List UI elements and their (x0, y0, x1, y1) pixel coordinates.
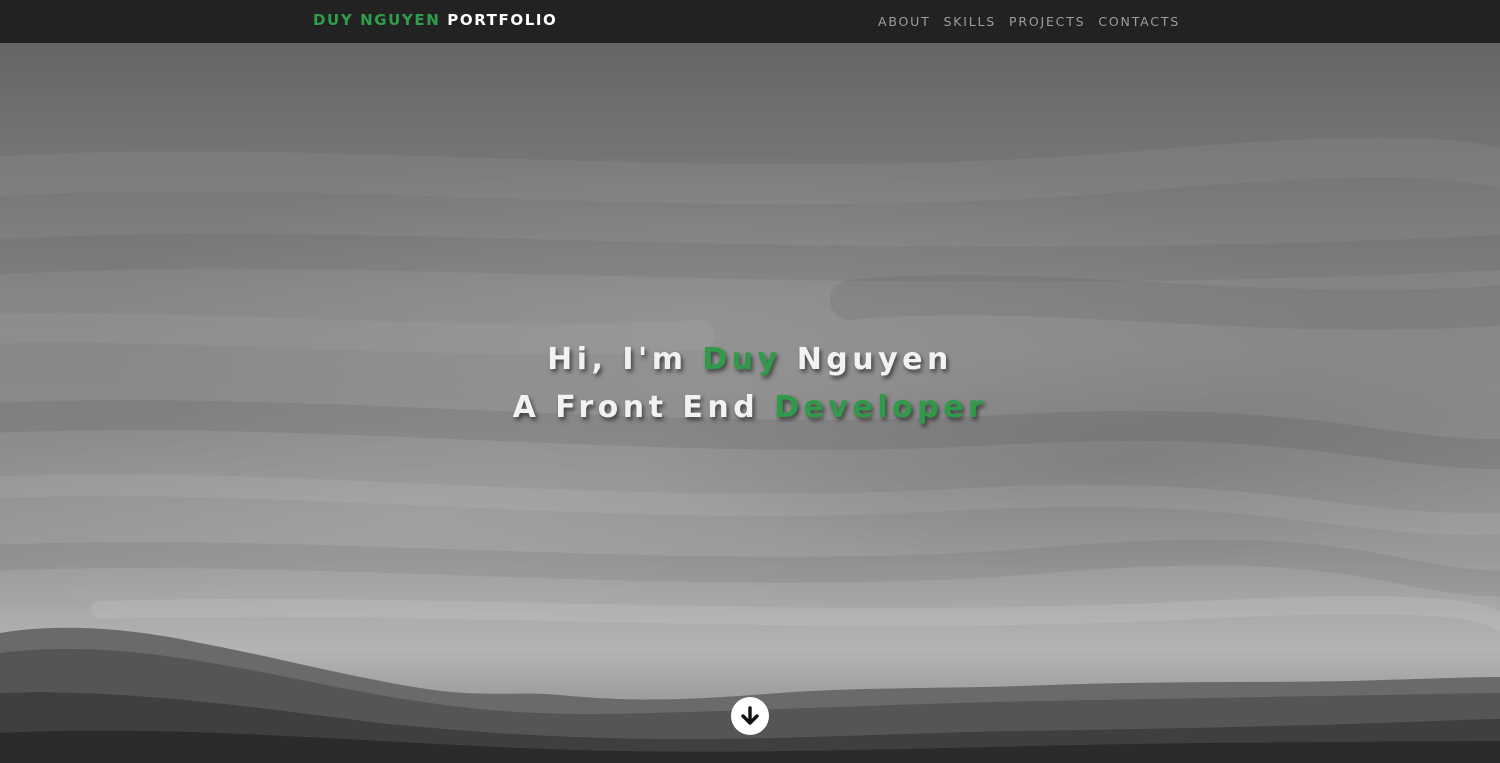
hero-greeting-accent: Duy (702, 342, 782, 377)
hero-greeting-pre: Hi, I'm (547, 342, 688, 377)
nav-link-about[interactable]: ABOUT (878, 14, 931, 29)
hero-line-role: A Front End Developer (0, 384, 1500, 432)
nav-link-skills[interactable]: SKILLS (944, 14, 996, 29)
arrow-down-icon (741, 706, 759, 725)
nav-links: ABOUT SKILLS PROJECTS CONTACTS (878, 14, 1180, 29)
nav-link-contacts[interactable]: CONTACTS (1098, 14, 1180, 29)
scroll-down-button[interactable] (731, 697, 769, 735)
brand-logo-link[interactable]: DUY NGUYEN PORTFOLIO (313, 11, 557, 29)
navbar: DUY NGUYEN PORTFOLIO ABOUT SKILLS PROJEC… (0, 0, 1500, 43)
hero-greeting-post: Nguyen (796, 342, 953, 377)
brand-second-name: PORTFOLIO (447, 11, 558, 29)
nav-link-projects[interactable]: PROJECTS (1009, 14, 1085, 29)
hero-role-accent: Developer (774, 390, 988, 425)
hero-headline: Hi, I'm Duy Nguyen A Front End Developer (0, 336, 1500, 432)
hero-role-pre: A Front End (512, 390, 760, 425)
hero-line-greeting: Hi, I'm Duy Nguyen (0, 336, 1500, 384)
page: DUY NGUYEN PORTFOLIO ABOUT SKILLS PROJEC… (0, 0, 1500, 763)
brand-first-name: DUY NGUYEN (313, 11, 441, 29)
